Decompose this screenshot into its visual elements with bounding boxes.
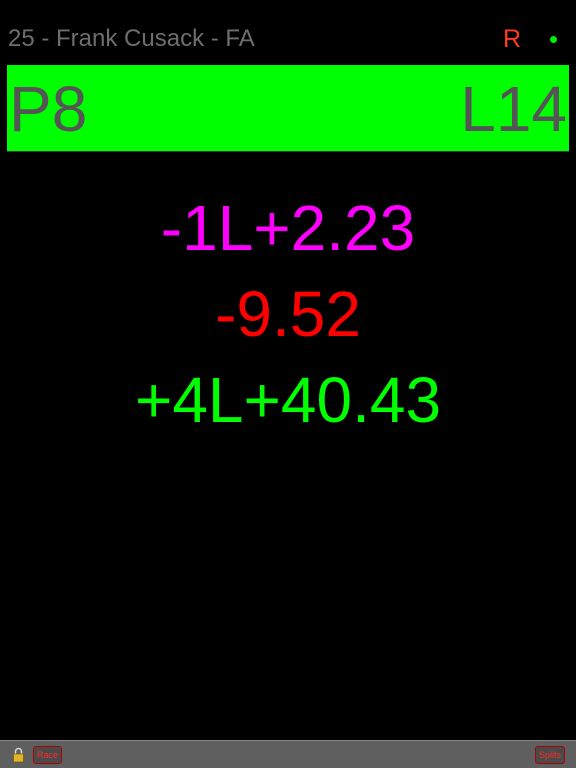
driver-title: 25 - Frank Cusack - FA bbox=[8, 25, 255, 52]
lap-value: L14 bbox=[460, 73, 567, 145]
position-bar: P8 L14 bbox=[7, 65, 569, 152]
gap-ahead: -1L+2.23 bbox=[160, 192, 416, 264]
header: 25 - Frank Cusack - FA R bbox=[0, 0, 576, 64]
gap-delta: -9.52 bbox=[215, 278, 361, 350]
gap-behind: +4L+40.43 bbox=[134, 364, 442, 436]
race-button[interactable]: Race bbox=[33, 746, 63, 764]
lock-icon[interactable] bbox=[12, 747, 25, 763]
bottom-toolbar: Race Splits bbox=[0, 740, 576, 768]
lock-icon-graphic bbox=[13, 747, 24, 763]
splits-button[interactable]: Splits bbox=[534, 746, 565, 764]
status-letter: R bbox=[503, 25, 522, 53]
timing-screen: 25 - Frank Cusack - FA R P8 L14 -1L+2.23… bbox=[0, 0, 576, 768]
connection-status-dot bbox=[550, 36, 557, 43]
position-value: P8 bbox=[9, 73, 88, 145]
